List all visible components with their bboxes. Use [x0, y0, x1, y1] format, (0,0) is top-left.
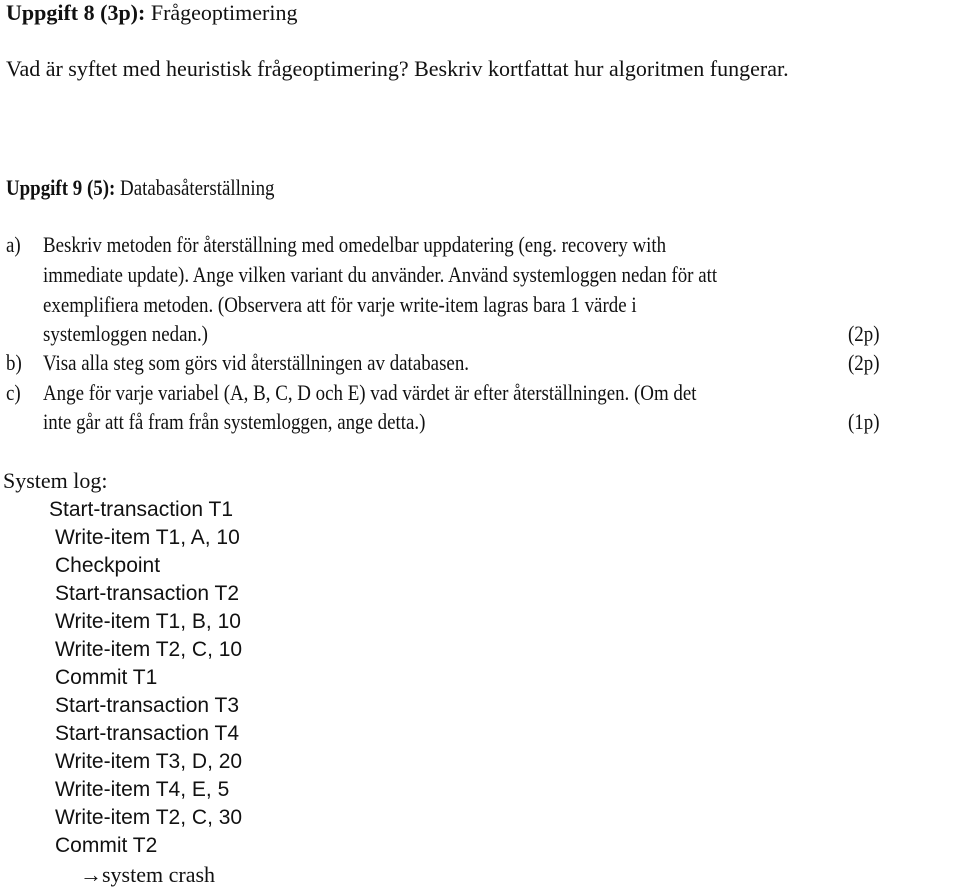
task8-heading: Uppgift 8 (3p): Frågeoptimering [6, 0, 297, 26]
log-entry: Start-transaction T4 [55, 722, 240, 745]
system-crash-line: →system crash [80, 862, 215, 888]
log-entry: Write-item T2, C, 30 [55, 806, 243, 829]
task9-c-line-2: inte går att få fram från systemloggen, … [43, 409, 426, 434]
log-entry: Write-item T4, E, 5 [55, 778, 230, 801]
log-entry: Write-item T1, A, 10 [55, 526, 240, 549]
log-entry: Write-item T3, D, 20 [55, 750, 243, 773]
task9-a-marker: a) [6, 232, 21, 257]
task9-a-line-4: systemloggen nedan.) [43, 321, 208, 346]
task8-heading-label: Uppgift 8 (3p): [6, 0, 146, 25]
task9-a-line-1: Beskriv metoden för återställning med om… [43, 232, 667, 257]
task9-c-line-1: Ange för varje variabel (A, B, C, D och … [43, 380, 697, 405]
task9-a-line-3: exemplifiera metoden. (Observera att för… [43, 292, 637, 317]
task8-heading-title: Frågeoptimering [150, 0, 298, 25]
log-entry: Start-transaction T1 [49, 498, 234, 521]
task8-question: Vad är syftet med heuristisk frågeoptime… [6, 56, 789, 81]
task9-a-points: (2p) [848, 321, 880, 346]
log-entry: Commit T1 [55, 666, 158, 689]
log-entry: Write-item T2, C, 10 [55, 638, 243, 661]
system-crash-text: system crash [102, 862, 216, 887]
log-entry: Write-item T1, B, 10 [55, 610, 241, 633]
log-entry: Checkpoint [55, 554, 161, 577]
system-log-label: System log: [3, 468, 108, 493]
log-entry: Commit T2 [55, 834, 158, 857]
task9-c-points: (1p) [848, 409, 880, 434]
task9-c-marker: c) [6, 380, 21, 405]
task9-b-line-1: Visa alla steg som görs vid återställnin… [43, 350, 470, 375]
task9-heading: Uppgift 9 (5): Databasåterställning [6, 175, 318, 201]
task9-b-points: (2p) [848, 350, 880, 375]
task9-heading-label: Uppgift 9 (5): [6, 175, 116, 200]
task9-heading-title: Databasåterställning [120, 175, 275, 200]
task9-b-marker: b) [6, 350, 22, 375]
log-entry: Start-transaction T2 [55, 582, 240, 605]
arrow-right-icon: → [80, 862, 102, 887]
log-entry: Start-transaction T3 [55, 694, 240, 717]
task9-a-line-2: immediate update). Ange vilken variant d… [43, 262, 718, 287]
